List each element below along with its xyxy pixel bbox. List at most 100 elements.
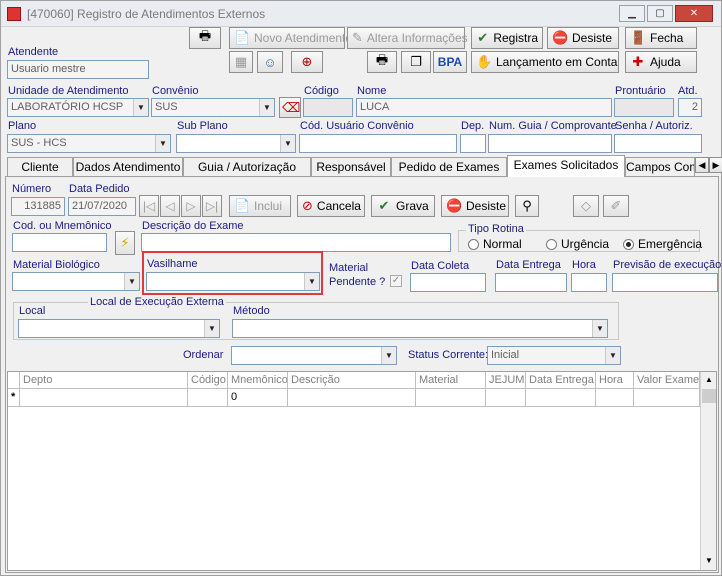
data-entrega-field[interactable] (495, 273, 567, 292)
copy-button[interactable]: ❐ (401, 51, 431, 73)
descricao-field[interactable] (141, 233, 451, 252)
grid-cell-descricao[interactable] (288, 389, 416, 407)
tab-exames-solicitados[interactable]: Exames Solicitados (507, 155, 625, 177)
convenio-select[interactable]: SUS ▼ (151, 98, 275, 117)
nome-field[interactable]: LUCA (356, 98, 612, 117)
eraser-button[interactable]: ⌫ (279, 97, 301, 118)
altera-informacoes-button[interactable]: ✎ Altera Informações (347, 27, 468, 49)
atd-field[interactable]: 2 (678, 98, 702, 117)
grid-cell-valor-exame[interactable] (634, 389, 700, 407)
grid-header-descricao[interactable]: Descrição (288, 372, 416, 389)
desiste-button[interactable]: ⛔ Desiste (547, 27, 619, 49)
lightning-button[interactable]: ⚡ (115, 231, 135, 255)
ajuda-button[interactable]: ✚ Ajuda (625, 51, 697, 73)
hora-field[interactable] (571, 273, 607, 292)
calculator-button[interactable]: ▦ (229, 51, 253, 73)
first-record-button[interactable]: |◁ (139, 195, 159, 217)
next-record-button[interactable]: ▷ (181, 195, 201, 217)
last-record-button[interactable]: ▷| (202, 195, 222, 217)
tab-scroll-left-button[interactable]: ◀ (695, 157, 709, 173)
cod-usuario-label: Cód. Usuário Convênio (300, 120, 414, 132)
grid-cell-mnemonico[interactable]: 0 (228, 389, 288, 407)
tab-dados-atendimento[interactable]: Dados Atendimento (73, 157, 183, 177)
label-edit-button[interactable]: ✐ (603, 195, 629, 217)
grid-header-hora[interactable]: Hora (596, 372, 634, 389)
rotina-normal-radio[interactable]: Normal (468, 237, 522, 251)
desiste-exame-button[interactable]: ⛔ Desiste (441, 195, 509, 217)
scroll-up-icon[interactable]: ▲ (702, 373, 716, 387)
chevron-down-icon: ▼ (133, 99, 148, 116)
numero-field[interactable]: 131885 (11, 197, 65, 216)
grid-header-jejum[interactable]: JEJUM (486, 372, 526, 389)
grid-header-material[interactable]: Material (416, 372, 486, 389)
cod-usuario-field[interactable] (299, 134, 457, 153)
prev-record-button[interactable]: ◁ (160, 195, 180, 217)
lancamento-conta-button[interactable]: ✋ Lançamento em Conta (471, 51, 619, 73)
tab-cliente[interactable]: Cliente (7, 157, 73, 177)
data-entrega-label: Data Entrega (496, 259, 561, 271)
zoom-button[interactable]: ⊕ (291, 51, 323, 73)
status-corrente-select[interactable]: Inicial ▼ (487, 346, 621, 365)
grid-header-mnemonico[interactable]: Mnemônico (228, 372, 288, 389)
subplano-select[interactable]: ▼ (176, 134, 296, 153)
tab-pedido-exames[interactable]: Pedido de Exames (391, 157, 507, 177)
vasilhame-select[interactable]: ▼ (146, 272, 320, 291)
tab-scroll-right-button[interactable]: ▶ (709, 157, 722, 173)
grid-cell-material[interactable] (416, 389, 486, 407)
rotina-urgencia-radio[interactable]: Urgência (546, 237, 609, 251)
tab-guia-autorizacao[interactable]: Guia / Autorização (183, 157, 311, 177)
grid-corner (8, 372, 20, 389)
grava-button[interactable]: ✔ Grava (371, 195, 435, 217)
grid-cell-jejum[interactable] (486, 389, 526, 407)
maximize-button[interactable]: ▢ (647, 5, 673, 22)
close-button[interactable]: ✕ (675, 5, 713, 22)
print-button[interactable]: 🖶 (189, 27, 221, 49)
ordenar-select[interactable]: ▼ (231, 346, 397, 365)
search-people-button[interactable]: ⚲ (515, 195, 539, 217)
fecha-button[interactable]: 🚪 Fecha (625, 27, 697, 49)
person-button[interactable]: ☺ (257, 51, 283, 73)
prontuario-field[interactable] (614, 98, 674, 117)
inclui-button[interactable]: 📄 Inclui (229, 195, 291, 217)
grid-row-marker: * (8, 389, 20, 407)
grid-vertical-scrollbar[interactable]: ▲ ▼ (700, 372, 716, 570)
senha-field[interactable] (614, 134, 702, 153)
grid-cell-depto[interactable] (20, 389, 188, 407)
grid-header-depto[interactable]: Depto (20, 372, 188, 389)
num-guia-field[interactable] (488, 134, 612, 153)
material-biologico-select[interactable]: ▼ (12, 272, 140, 291)
print2-button[interactable]: 🖶 (367, 51, 397, 73)
scroll-thumb[interactable] (702, 389, 716, 403)
grid-header-valor-exame[interactable]: Valor Exame (634, 372, 700, 389)
data-coleta-field[interactable] (410, 273, 486, 292)
dep-field[interactable] (460, 134, 486, 153)
rotina-emergencia-radio[interactable]: Emergência (623, 237, 702, 251)
bpa-button[interactable]: BPA (433, 51, 467, 73)
novo-atendimento-button[interactable]: 📄 Novo Atendimento (229, 27, 352, 49)
cancela-button[interactable]: ⊘ Cancela (297, 195, 365, 217)
label-button[interactable]: ◇ (573, 195, 599, 217)
atendente-field[interactable]: Usuario mestre (7, 60, 149, 79)
grid-cell-codigo[interactable] (188, 389, 228, 407)
grid-header-data-entrega[interactable]: Data Entrega (526, 372, 596, 389)
codigo-field[interactable] (303, 98, 353, 117)
grid-cell-hora[interactable] (596, 389, 634, 407)
chevron-down-icon: ▼ (124, 273, 139, 290)
tab-responsavel[interactable]: Responsável (311, 157, 391, 177)
plano-select[interactable]: SUS - HCS ▼ (7, 134, 171, 153)
data-pedido-field[interactable]: 21/07/2020 (68, 197, 136, 216)
metodo-label: Método (233, 305, 270, 317)
last-arrow-icon: ▷| (205, 199, 219, 213)
local-select[interactable]: ▼ (18, 319, 220, 338)
grid-cell-data-entrega[interactable] (526, 389, 596, 407)
previsao-field[interactable] (612, 273, 718, 292)
tab-campos-complementares[interactable]: Campos Com (625, 157, 695, 177)
material-pendente-checkbox[interactable]: ✓ (390, 275, 402, 287)
registra-button[interactable]: ✔ Registra (471, 27, 543, 49)
metodo-select[interactable]: ▼ (232, 319, 608, 338)
scroll-down-icon[interactable]: ▼ (702, 554, 716, 568)
cod-mnemonico-field[interactable] (12, 233, 107, 252)
unidade-select[interactable]: LABORATÓRIO HCSP ▼ (7, 98, 149, 117)
grid-header-codigo[interactable]: Código (188, 372, 228, 389)
minimize-button[interactable]: ▁ (619, 5, 645, 22)
